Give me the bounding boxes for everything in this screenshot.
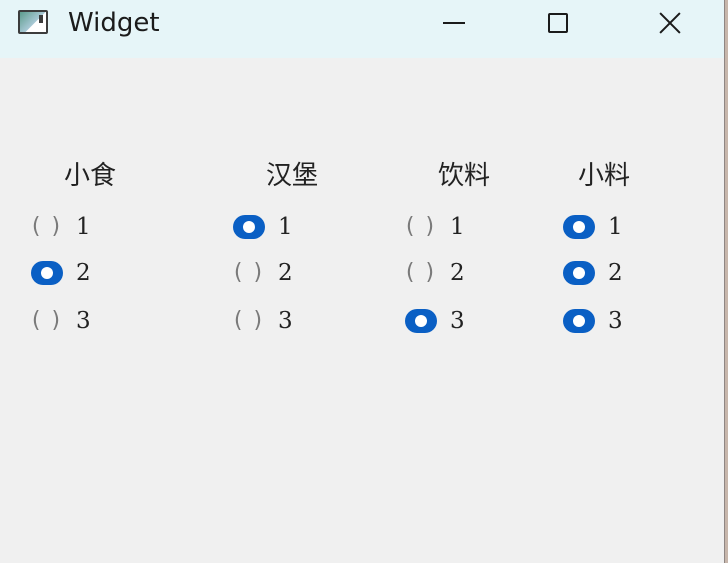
group-title: 饮料 bbox=[438, 161, 491, 191]
maximize-button[interactable] bbox=[528, 0, 588, 46]
radio-option[interactable]: ( ) 1 bbox=[30, 212, 91, 242]
radio-indicator[interactable] bbox=[562, 260, 596, 286]
radio-option[interactable]: 3 bbox=[404, 306, 465, 336]
radio-checked-icon bbox=[563, 261, 595, 285]
window-title: Widget bbox=[68, 8, 160, 38]
radio-dot bbox=[573, 315, 585, 327]
radio-label: 1 bbox=[608, 214, 623, 240]
close-icon bbox=[658, 11, 682, 35]
radio-dot bbox=[41, 267, 53, 279]
radio-label: 3 bbox=[450, 308, 465, 334]
radio-label: 1 bbox=[76, 214, 91, 240]
radio-option[interactable]: ( ) 3 bbox=[30, 306, 91, 336]
radio-unchecked-icon: ( ) bbox=[233, 308, 265, 333]
radio-checked-icon bbox=[233, 215, 265, 239]
window-edge bbox=[724, 0, 728, 563]
radio-option[interactable]: 2 bbox=[30, 258, 91, 288]
radio-option[interactable]: ( ) 3 bbox=[232, 306, 293, 336]
radio-checked-icon bbox=[563, 309, 595, 333]
radio-checked-icon bbox=[563, 215, 595, 239]
radio-option[interactable]: 3 bbox=[562, 306, 623, 336]
radio-indicator[interactable] bbox=[562, 308, 596, 334]
radio-dot bbox=[573, 221, 585, 233]
radio-indicator[interactable] bbox=[232, 214, 266, 240]
group-title: 汉堡 bbox=[266, 161, 319, 191]
minimize-button[interactable] bbox=[424, 0, 484, 46]
radio-label: 1 bbox=[278, 214, 293, 240]
radio-label: 2 bbox=[76, 260, 91, 286]
radio-label: 2 bbox=[608, 260, 623, 286]
radio-indicator[interactable]: ( ) bbox=[232, 308, 266, 334]
radio-option[interactable]: 2 bbox=[562, 258, 623, 288]
radio-option[interactable]: 1 bbox=[232, 212, 293, 242]
radio-option[interactable]: ( ) 2 bbox=[232, 258, 293, 288]
app-window-icon bbox=[18, 10, 48, 34]
radio-label: 3 bbox=[76, 308, 91, 334]
radio-unchecked-icon: ( ) bbox=[405, 214, 437, 239]
radio-indicator[interactable]: ( ) bbox=[404, 214, 438, 240]
radio-indicator[interactable] bbox=[30, 260, 64, 286]
group-title: 小料 bbox=[578, 161, 631, 191]
radio-unchecked-icon: ( ) bbox=[233, 260, 265, 285]
radio-label: 1 bbox=[450, 214, 465, 240]
radio-option[interactable]: 1 bbox=[562, 212, 623, 242]
close-button[interactable] bbox=[640, 0, 700, 46]
radio-indicator[interactable]: ( ) bbox=[30, 308, 64, 334]
radio-indicator[interactable]: ( ) bbox=[30, 214, 64, 240]
radio-checked-icon bbox=[405, 309, 437, 333]
radio-label: 2 bbox=[278, 260, 293, 286]
radio-label: 3 bbox=[608, 308, 623, 334]
minimize-icon bbox=[443, 22, 465, 24]
radio-indicator[interactable]: ( ) bbox=[404, 260, 438, 286]
radio-indicator[interactable] bbox=[562, 214, 596, 240]
radio-indicator[interactable]: ( ) bbox=[232, 260, 266, 286]
radio-unchecked-icon: ( ) bbox=[31, 308, 63, 333]
radio-option[interactable]: ( ) 1 bbox=[404, 212, 465, 242]
radio-checked-icon bbox=[31, 261, 63, 285]
radio-dot bbox=[243, 221, 255, 233]
radio-label: 2 bbox=[450, 260, 465, 286]
radio-unchecked-icon: ( ) bbox=[31, 214, 63, 239]
radio-dot bbox=[573, 267, 585, 279]
radio-unchecked-icon: ( ) bbox=[405, 260, 437, 285]
radio-option[interactable]: ( ) 2 bbox=[404, 258, 465, 288]
radio-dot bbox=[415, 315, 427, 327]
main-window: Widget 小食 ( ) 1 2 ( ) 3 汉堡 1 () 2 () 3… bbox=[0, 0, 725, 563]
maximize-icon bbox=[548, 13, 568, 33]
radio-indicator[interactable] bbox=[404, 308, 438, 334]
title-bar[interactable]: Widget bbox=[0, 0, 724, 58]
radio-label: 3 bbox=[278, 308, 293, 334]
group-title: 小食 bbox=[64, 161, 117, 191]
